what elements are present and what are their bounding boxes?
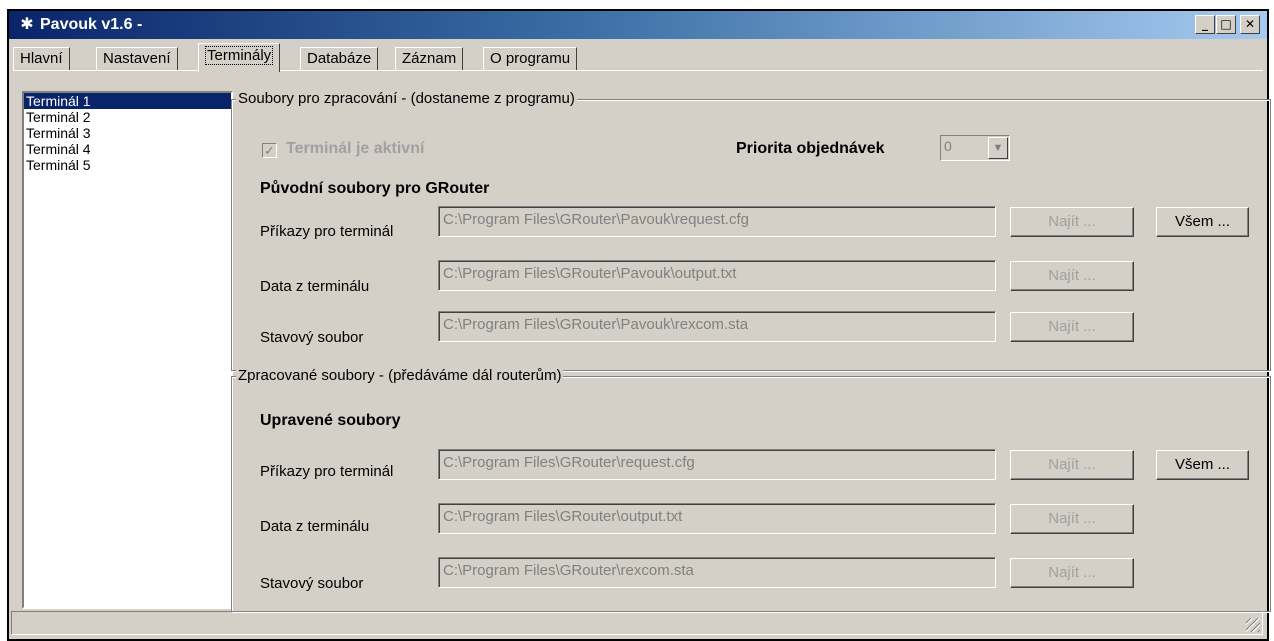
source-all-button[interactable]: Všem ...: [1156, 207, 1249, 237]
tab-o-programu[interactable]: O programu: [483, 47, 578, 71]
processed-data-find-button[interactable]: Najít ...: [1010, 504, 1134, 534]
tab-databaze[interactable]: Databáze: [300, 47, 379, 71]
resize-grip[interactable]: [1246, 618, 1260, 632]
processed-commands-find-button[interactable]: Najít ...: [1010, 450, 1134, 480]
processed-group-legend: Zpracované soubory - (předáváme dál rout…: [236, 367, 564, 385]
source-status-field[interactable]: C:\Program Files\GRouter\Pavouk\rexcom.s…: [438, 311, 996, 342]
processed-all-button[interactable]: Všem ...: [1156, 450, 1249, 480]
terminal-list-item[interactable]: Terminál 2: [24, 109, 231, 125]
processed-files-group: Zpracované soubory - (předáváme dál rout…: [231, 367, 1271, 612]
processed-row-label: Stavový soubor: [260, 575, 364, 592]
priority-label: Priorita objednávek: [736, 140, 885, 157]
terminal-list-item[interactable]: Terminál 4: [24, 141, 231, 157]
source-commands-field[interactable]: C:\Program Files\GRouter\Pavouk\request.…: [438, 206, 996, 237]
terminal-list-item[interactable]: Terminál 3: [24, 125, 231, 141]
terminal-list-item[interactable]: Terminál 5: [24, 157, 231, 173]
processed-heading: Upravené soubory: [260, 412, 401, 429]
source-commands-find-button[interactable]: Najít ...: [1010, 207, 1134, 237]
tab-hlavni[interactable]: Hlavní: [13, 47, 70, 71]
priority-value: 0: [944, 138, 952, 154]
processed-data-field[interactable]: C:\Program Files\GRouter\output.txt: [438, 503, 996, 534]
close-button[interactable]: ✕: [1240, 15, 1260, 34]
spider-icon: ✱: [20, 16, 34, 33]
active-checkbox-label: Terminál je aktivní: [286, 140, 425, 157]
maximize-button[interactable]: □: [1216, 15, 1236, 34]
source-row-label: Data z terminálu: [260, 278, 370, 295]
title-bar[interactable]: ✱ Pavouk v1.6 - _ □ ✕: [9, 11, 1267, 39]
tab-zaznam[interactable]: Záznam: [395, 47, 464, 71]
terminal-listbox[interactable]: Terminál 1 Terminál 2 Terminál 3 Terminá…: [22, 91, 233, 609]
source-row-label: Příkazy pro terminál: [260, 223, 394, 240]
processed-status-field[interactable]: C:\Program Files\GRouter\rexcom.sta: [438, 557, 996, 588]
source-heading: Původní soubory pro GRouter: [260, 180, 490, 197]
processed-commands-field[interactable]: C:\Program Files\GRouter\request.cfg: [438, 449, 996, 480]
chevron-down-icon[interactable]: ▼: [988, 137, 1008, 159]
source-data-find-button[interactable]: Najít ...: [1010, 261, 1134, 291]
active-checkbox[interactable]: ✓: [262, 143, 277, 158]
source-files-group: Soubory pro zpracování - (dostaneme z pr…: [231, 90, 1271, 371]
terminal-list-item[interactable]: Terminál 1: [24, 93, 231, 109]
priority-combo[interactable]: 0 ▼: [940, 135, 1010, 161]
source-status-find-button[interactable]: Najít ...: [1010, 312, 1134, 342]
tab-nastaveni[interactable]: Nastavení: [96, 47, 178, 71]
window-title: Pavouk v1.6 -: [40, 16, 143, 33]
processed-row-label: Příkazy pro terminál: [260, 463, 394, 480]
main-window: ✱ Pavouk v1.6 - _ □ ✕ Hlavní Nastavení T…: [7, 9, 1271, 641]
tab-terminaly[interactable]: Terminály: [198, 43, 281, 72]
processed-row-label: Data z terminálu: [260, 518, 370, 535]
status-bar: [11, 611, 1263, 635]
source-row-label: Stavový soubor: [260, 329, 364, 346]
minimize-button[interactable]: _: [1195, 15, 1215, 34]
source-group-legend: Soubory pro zpracování - (dostaneme z pr…: [236, 90, 577, 108]
source-data-field[interactable]: C:\Program Files\GRouter\Pavouk\output.t…: [438, 260, 996, 291]
processed-status-find-button[interactable]: Najít ...: [1010, 558, 1134, 588]
